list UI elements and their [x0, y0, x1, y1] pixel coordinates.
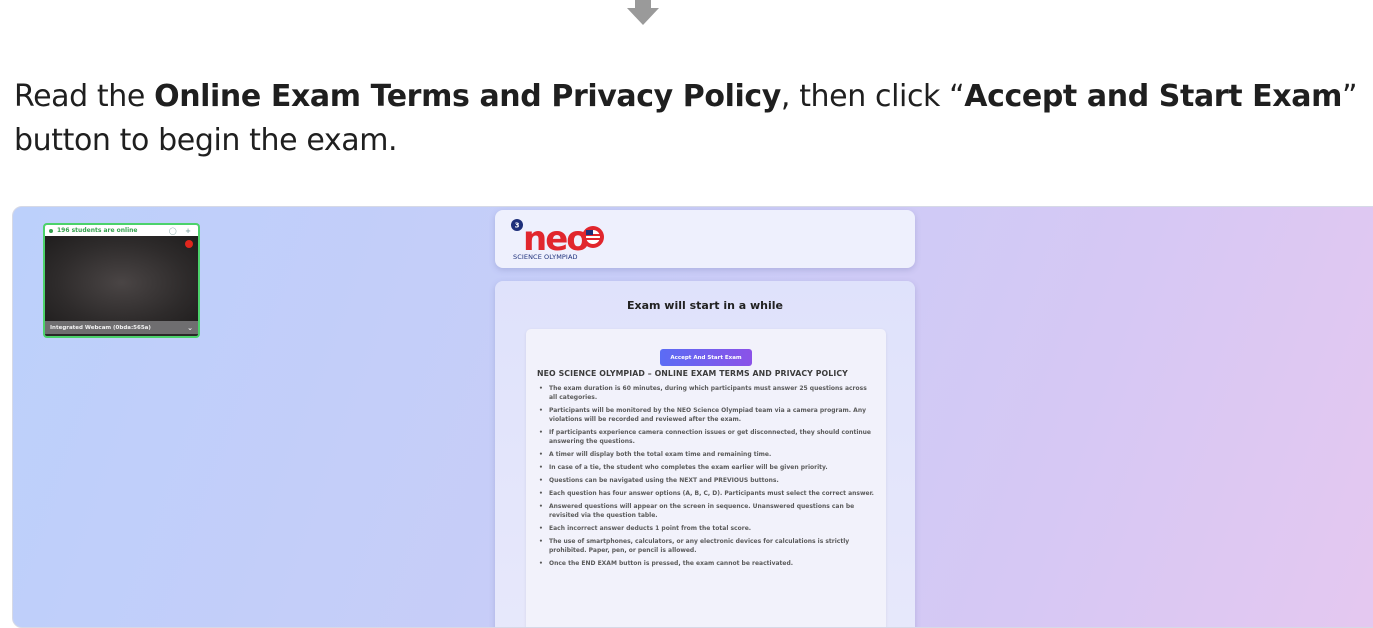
- chevron-down-icon: ⌄: [187, 323, 193, 332]
- exam-screen: 196 students are online ◯ + Integrated W…: [12, 206, 1373, 628]
- webcam-status-bar: 196 students are online ◯ +: [45, 225, 198, 236]
- down-arrow-icon: [627, 0, 659, 25]
- button-name: Accept and Start Exam: [964, 79, 1342, 114]
- policy-panel: Accept And Start Exam NEO SCIENCE OLYMPI…: [526, 329, 886, 627]
- recording-icon: [185, 240, 193, 248]
- list-item: The exam duration is 60 minutes, during …: [537, 384, 877, 402]
- online-dot-icon: [49, 228, 53, 233]
- list-item: Questions can be navigated using the NEX…: [537, 476, 877, 485]
- instruction-text: Read the Online Exam Terms and Privacy P…: [14, 79, 1358, 158]
- camera-select[interactable]: Integrated Webcam (0bda:565a) ⌄: [45, 321, 198, 334]
- list-item: Participants will be monitored by the NE…: [537, 406, 877, 424]
- list-item: If participants experience camera connec…: [537, 428, 877, 446]
- svg-text:3: 3: [515, 222, 520, 230]
- policy-title: NEO SCIENCE OLYMPIAD – ONLINE EXAM TERMS…: [537, 369, 848, 378]
- list-item: Each question has four answer options (A…: [537, 489, 877, 498]
- list-item: In case of a tie, the student who comple…: [537, 463, 877, 472]
- policy-rules: The exam duration is 60 minutes, during …: [537, 384, 877, 572]
- list-item: The use of smartphones, calculators, or …: [537, 537, 877, 555]
- webcam-video: [45, 236, 198, 321]
- policy-name: Online Exam Terms and Privacy Policy: [154, 79, 781, 114]
- webcam-widget: 196 students are online ◯ + Integrated W…: [43, 223, 200, 338]
- list-item: A timer will display both the total exam…: [537, 450, 877, 459]
- webcam-controls[interactable]: ◯ +: [169, 227, 194, 235]
- list-item: Once the END EXAM button is pressed, the…: [537, 559, 877, 568]
- logo-subtitle: SCIENCE OLYMPIAD: [513, 253, 578, 261]
- logo-card: 3 neo SCIENCE OLYMPIAD: [495, 210, 915, 268]
- list-item: Each incorrect answer deducts 1 point fr…: [537, 524, 877, 533]
- exam-heading: Exam will start in a while: [626, 299, 784, 312]
- accept-start-exam-button[interactable]: Accept And Start Exam: [660, 349, 752, 366]
- online-count: 196 students are online: [57, 227, 138, 234]
- list-item: Answered questions will appear on the sc…: [537, 502, 877, 520]
- camera-device-label: Integrated Webcam (0bda:565a): [50, 324, 151, 331]
- exam-card: Exam will start in a while Accept And St…: [495, 281, 915, 627]
